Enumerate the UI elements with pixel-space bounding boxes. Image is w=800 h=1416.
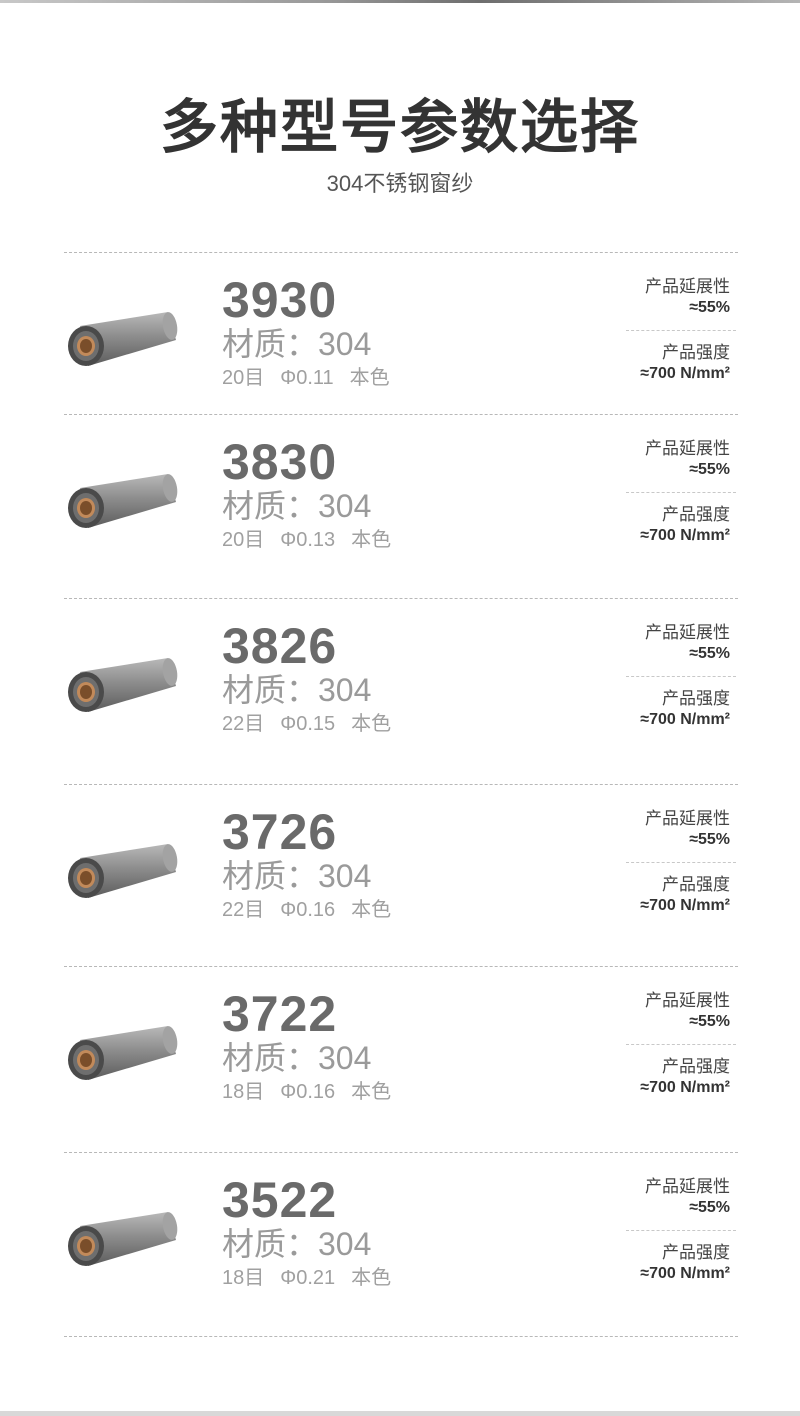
- strength-block: 产品强度 ≈700 N/mm²: [570, 688, 730, 730]
- strength-value: ≈700 N/mm²: [640, 711, 730, 728]
- spec-mesh: 18目: [222, 1081, 265, 1103]
- strength-label: 产品强度: [662, 343, 730, 362]
- spec-line: 20目 Φ0.11 本色: [222, 366, 406, 390]
- spec-color: 本色: [351, 1081, 392, 1103]
- strength-block: 产品强度 ≈700 N/mm²: [570, 342, 730, 384]
- top-banner-edge: [0, 0, 800, 3]
- elongation-label: 产品延展性: [645, 439, 730, 458]
- mesh-roll-image: [68, 844, 178, 898]
- strength-block: 产品强度 ≈700 N/mm²: [570, 1056, 730, 1098]
- spec-color: 本色: [349, 367, 390, 389]
- spec-diameter: Φ0.13: [280, 529, 336, 551]
- mesh-roll-image: [68, 1212, 178, 1266]
- spec-line: 18目 Φ0.21 本色: [222, 1266, 407, 1290]
- strength-value: ≈700 N/mm²: [640, 365, 730, 382]
- elongation-label: 产品延展性: [645, 991, 730, 1010]
- product-row: 3522 材质：304 18目 Φ0.21 本色 产品延展性 ≈55% 产品强度 ≈700 N/…: [0, 1152, 800, 1332]
- spec-diameter: Φ0.15: [280, 713, 336, 735]
- elongation-value: ≈55%: [689, 645, 730, 662]
- mesh-roll-image: [68, 1026, 178, 1080]
- elongation-value: ≈55%: [689, 1013, 730, 1030]
- property-divider: [626, 1044, 736, 1045]
- elongation-block: 产品延展性 ≈55%: [570, 276, 730, 318]
- elongation-block: 产品延展性 ≈55%: [570, 990, 730, 1032]
- property-divider: [626, 492, 736, 493]
- property-divider: [626, 676, 736, 677]
- strength-value: ≈700 N/mm²: [640, 1265, 730, 1282]
- spec-diameter: Φ0.11: [280, 367, 334, 389]
- product-row: 3930 材质：304 20目 Φ0.11 本色 产品延展性 ≈55% 产品强度 ≈700 N/…: [0, 252, 800, 432]
- strength-label: 产品强度: [662, 505, 730, 524]
- spec-color: 本色: [351, 899, 392, 921]
- elongation-label: 产品延展性: [645, 623, 730, 642]
- strength-value: ≈700 N/mm²: [640, 1079, 730, 1096]
- mesh-roll-image: [68, 312, 178, 366]
- elongation-block: 产品延展性 ≈55%: [570, 622, 730, 664]
- elongation-label: 产品延展性: [645, 809, 730, 828]
- product-row: 3726 材质：304 22目 Φ0.16 本色 产品延展性 ≈55% 产品强度 ≈700 N/…: [0, 784, 800, 964]
- material-label: 材质：304: [222, 488, 372, 524]
- spec-color: 本色: [351, 713, 392, 735]
- spec-line: 22目 Φ0.16 本色: [222, 898, 407, 922]
- product-row: 3826 材质：304 22目 Φ0.15 本色 产品延展性 ≈55% 产品强度 ≈700 N/…: [0, 598, 800, 778]
- strength-block: 产品强度 ≈700 N/mm²: [570, 874, 730, 916]
- model-number: 3722: [222, 986, 338, 1042]
- strength-label: 产品强度: [662, 875, 730, 894]
- material-label: 材质：304: [222, 1040, 372, 1076]
- spec-mesh: 22目: [222, 899, 265, 921]
- elongation-label: 产品延展性: [645, 277, 730, 296]
- strength-value: ≈700 N/mm²: [640, 527, 730, 544]
- spec-mesh: 20目: [222, 367, 265, 389]
- page-title: 多种型号参数选择: [159, 95, 640, 160]
- strength-label: 产品强度: [662, 1057, 730, 1076]
- strength-label: 产品强度: [662, 689, 730, 708]
- elongation-block: 产品延展性 ≈55%: [570, 438, 730, 480]
- material-label: 材质：304: [222, 1226, 372, 1262]
- spec-diameter: Φ0.16: [280, 1081, 336, 1103]
- elongation-value: ≈55%: [689, 299, 730, 316]
- spec-diameter: Φ0.16: [280, 899, 336, 921]
- page-subtitle: 304不锈钢窗纱: [326, 171, 474, 196]
- property-divider: [626, 862, 736, 863]
- model-number: 3522: [222, 1172, 338, 1228]
- row-divider: [64, 1336, 738, 1337]
- product-row: 3830 材质：304 20目 Φ0.13 本色 产品延展性 ≈55% 产品强度 ≈700 N/…: [0, 414, 800, 594]
- spec-line: 22目 Φ0.15 本色: [222, 712, 407, 736]
- material-label: 材质：304: [222, 326, 372, 362]
- property-divider: [626, 330, 736, 331]
- elongation-value: ≈55%: [689, 1199, 730, 1216]
- model-number: 3826: [222, 618, 338, 674]
- elongation-value: ≈55%: [689, 461, 730, 478]
- elongation-value: ≈55%: [689, 831, 730, 848]
- strength-block: 产品强度 ≈700 N/mm²: [570, 1242, 730, 1284]
- strength-block: 产品强度 ≈700 N/mm²: [570, 504, 730, 546]
- mesh-roll-image: [68, 658, 178, 712]
- spec-line: 18目 Φ0.16 本色: [222, 1080, 407, 1104]
- spec-color: 本色: [351, 529, 392, 551]
- strength-label: 产品强度: [662, 1243, 730, 1262]
- product-row: 3722 材质：304 18目 Φ0.16 本色 产品延展性 ≈55% 产品强度 ≈700 N/…: [0, 966, 800, 1146]
- spec-color: 本色: [351, 1267, 392, 1289]
- elongation-label: 产品延展性: [645, 1177, 730, 1196]
- spec-diameter: Φ0.21: [280, 1267, 336, 1289]
- model-number: 3830: [222, 434, 338, 490]
- spec-mesh: 20目: [222, 529, 265, 551]
- property-divider: [626, 1230, 736, 1231]
- mesh-roll-image: [68, 474, 178, 528]
- model-number: 3930: [222, 272, 338, 328]
- material-label: 材质：304: [222, 672, 372, 708]
- elongation-block: 产品延展性 ≈55%: [570, 808, 730, 850]
- bottom-edge: [0, 1411, 800, 1416]
- spec-line: 20目 Φ0.13 本色: [222, 528, 407, 552]
- strength-value: ≈700 N/mm²: [640, 897, 730, 914]
- model-number: 3726: [222, 804, 338, 860]
- elongation-block: 产品延展性 ≈55%: [570, 1176, 730, 1218]
- spec-mesh: 22目: [222, 713, 265, 735]
- material-label: 材质：304: [222, 858, 372, 894]
- spec-mesh: 18目: [222, 1267, 265, 1289]
